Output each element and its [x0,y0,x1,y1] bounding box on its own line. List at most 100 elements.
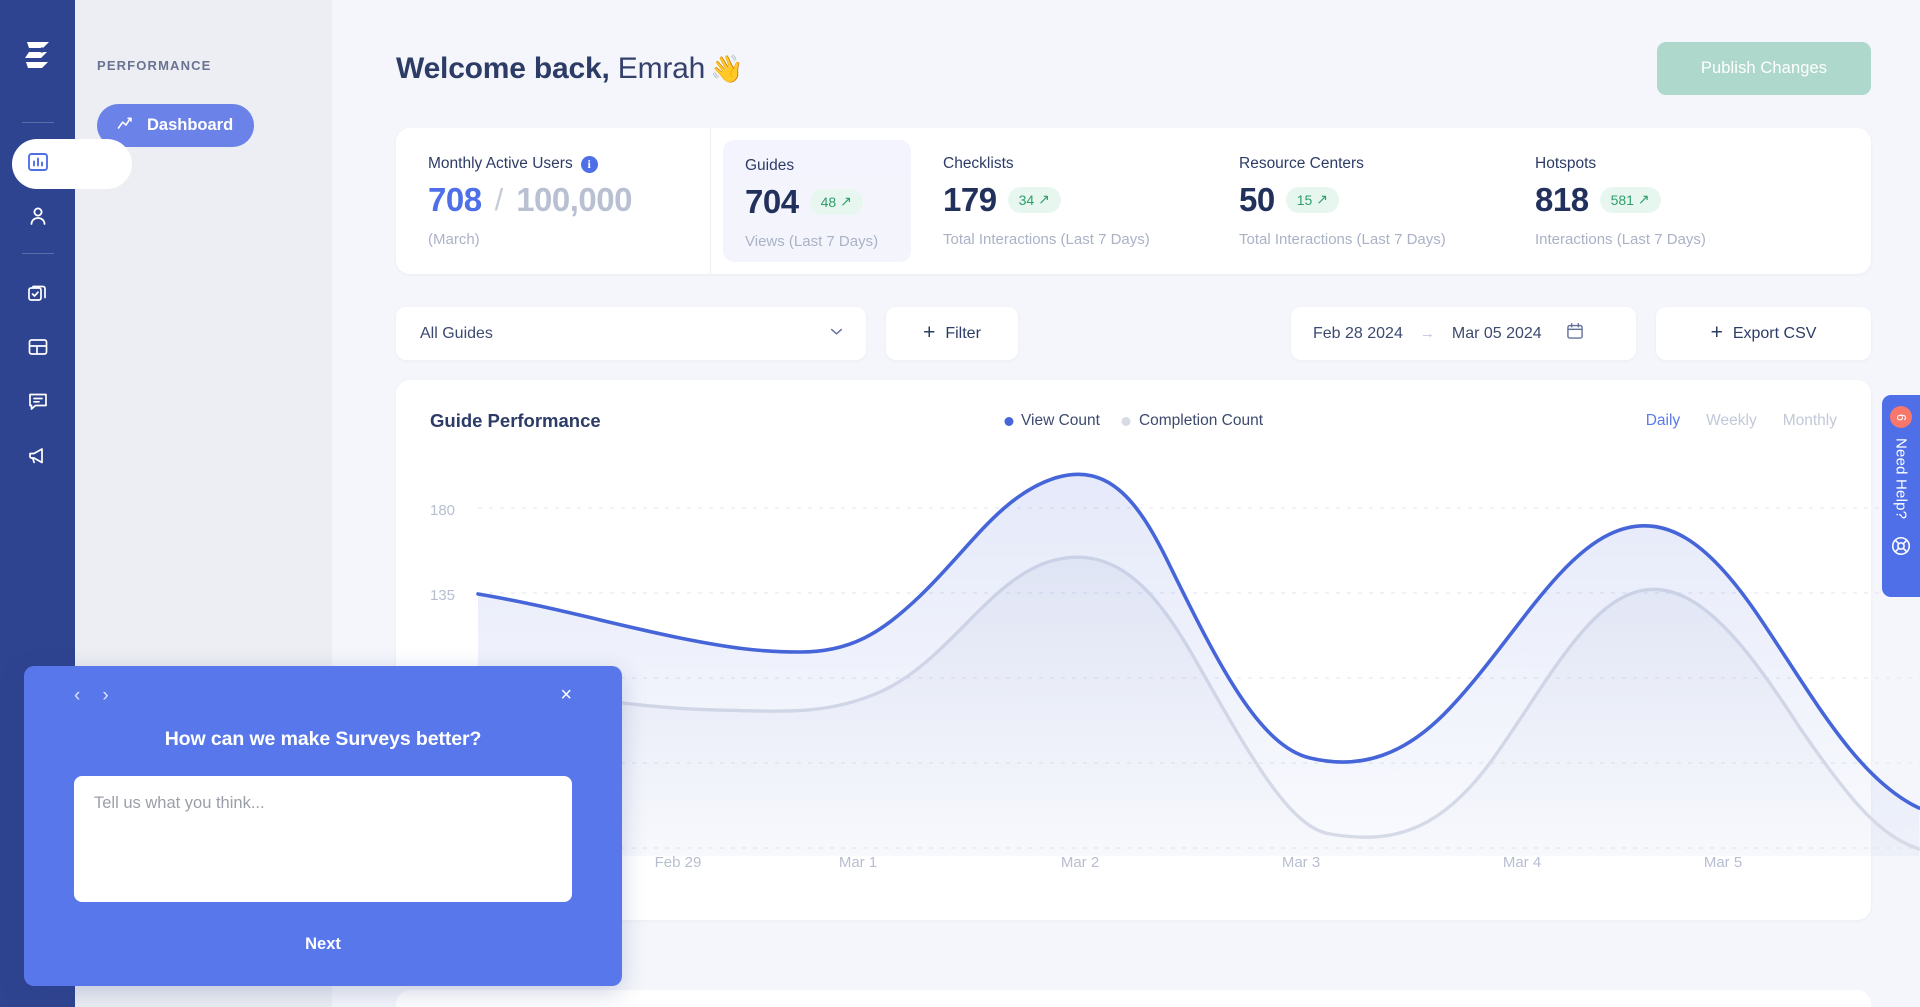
app-root: PERFORMANCE Dashboard Welcome back, Emra… [0,0,1920,1007]
stat-guides[interactable]: Guides 704 48 ↗ Views (Last 7 Days) [723,140,911,262]
x-tick-5: Mar 5 [1704,854,1742,871]
stat-label: Hotspots [1535,155,1799,173]
tab-daily[interactable]: Daily [1646,412,1680,430]
stat-monthly-active-users: Monthly Active Users i 708 / 100,000 (Ma… [396,128,711,274]
survey-answer-input[interactable] [74,776,572,902]
next-section-card [396,990,1871,1007]
sidebar-item-dashboard[interactable]: Dashboard [97,104,254,147]
user-icon [26,204,50,233]
legend-label: View Count [1021,412,1100,430]
x-tick-3: Mar 3 [1282,854,1320,871]
date-range-start: Feb 28 2024 [1313,325,1403,343]
survey-step-arrows: ‹ › [74,686,109,705]
survey-next-button[interactable]: Next [74,935,572,954]
add-filter-button[interactable]: + Filter [886,307,1018,360]
announcements-icon [26,443,50,472]
plus-icon: + [923,322,935,343]
greeting-name: Emrah [610,52,706,85]
stat-delta-badge: 34 ↗ [1008,187,1061,213]
guide-select[interactable]: All Guides [396,307,866,360]
delta-value: 48 [821,194,837,210]
trend-up-icon: ↗ [1638,191,1650,208]
chart-svg [430,456,1920,856]
guide-select-value: All Guides [420,325,493,343]
stat-delta-badge: 48 ↗ [810,189,863,215]
chart-legend: View Count Completion Count [1004,412,1263,430]
stat-limit: 100,000 [516,181,632,219]
stat-value: 179 [943,181,997,219]
survey-nav-bar: ‹ › × [74,684,572,706]
stat-label-text: Resource Centers [1239,155,1364,173]
calendar-icon[interactable] [1565,321,1585,346]
export-csv-button[interactable]: + Export CSV [1656,307,1871,360]
page-title: Welcome back, Emrah👋 [396,52,744,86]
stat-label-text: Checklists [943,155,1014,173]
date-range-picker[interactable]: Feb 28 2024 → Mar 05 2024 [1291,307,1636,360]
tab-weekly[interactable]: Weekly [1706,412,1757,430]
lifebuoy-icon [1890,535,1912,562]
stat-delta-badge: 15 ↗ [1286,187,1339,213]
stat-label-text: Monthly Active Users [428,155,573,173]
stat-delta-badge: 581 ↗ [1600,187,1661,213]
delta-value: 581 [1611,192,1634,208]
rail-divider-top [22,122,54,123]
stat-checklists[interactable]: Checklists 179 34 ↗ Total Interactions (… [911,128,1207,274]
stat-label: Checklists [943,155,1207,173]
stat-label-text: Hotspots [1535,155,1596,173]
tab-monthly[interactable]: Monthly [1783,412,1837,430]
chevron-left-icon[interactable]: ‹ [74,686,80,705]
stat-value-row: 179 34 ↗ [943,181,1207,219]
stat-resource-centers[interactable]: Resource Centers 50 15 ↗ Total Interacti… [1207,128,1503,274]
survey-modal: ‹ › × How can we make Surveys better? Ne… [24,666,622,986]
publish-changes-button[interactable]: Publish Changes [1657,42,1871,95]
info-icon[interactable]: i [581,156,598,173]
stat-sublabel: (March) [428,231,710,248]
trend-up-icon: ↗ [1038,191,1050,208]
close-icon[interactable]: × [560,685,572,705]
sidebar-item-label: Dashboard [147,116,233,135]
stat-hotspots[interactable]: Hotspots 818 581 ↗ Interactions (Last 7 … [1503,128,1799,274]
stat-label-text: Guides [745,157,794,175]
legend-swatch [1122,417,1131,426]
trend-up-icon: ↗ [1316,191,1328,208]
survey-question: How can we make Surveys better? [74,728,572,751]
rail-item-analytics[interactable] [0,137,75,191]
stat-value: 708 [428,181,482,219]
x-tick-1: Mar 1 [839,854,877,871]
add-filter-label: Filter [945,325,981,343]
rail-item-announcements[interactable] [0,430,75,484]
chart-x-axis-labels: Feb 29 Mar 1 Mar 2 Mar 3 Mar 4 Mar 5 [430,854,1837,874]
x-tick-0: Feb 29 [655,854,702,871]
guides-icon [26,281,50,310]
chevron-down-icon [827,322,846,346]
stat-label: Resource Centers [1239,155,1503,173]
stat-label: Guides [745,157,911,175]
export-csv-label: Export CSV [1733,325,1817,343]
sidebar-section-title: PERFORMANCE [75,58,332,73]
legend-item-view-count[interactable]: View Count [1004,412,1100,430]
rail-item-guides[interactable] [0,268,75,322]
stat-value-row: 708 / 100,000 [428,181,710,219]
rail-item-users[interactable] [0,191,75,245]
plus-icon: + [1711,322,1723,343]
legend-item-completion-count[interactable]: Completion Count [1122,412,1263,430]
stat-sublabel: Total Interactions (Last 7 Days) [1239,231,1503,248]
userguiding-logo[interactable] [21,38,55,78]
rail-item-surveys[interactable] [0,376,75,430]
page-header: Welcome back, Emrah👋 Publish Changes [332,0,1920,95]
chart-line-icon [116,113,136,138]
series-view-count-area [478,474,1919,856]
granularity-tabs: Daily Weekly Monthly [1646,412,1837,430]
analytics-icon [26,150,50,179]
stat-sublabel: Views (Last 7 Days) [745,233,911,250]
legend-label: Completion Count [1139,412,1263,430]
chart-title: Guide Performance [430,410,601,432]
stat-value-row: 50 15 ↗ [1239,181,1503,219]
x-tick-2: Mar 2 [1061,854,1099,871]
stats-summary-card: Monthly Active Users i 708 / 100,000 (Ma… [396,128,1871,274]
rail-item-checklists[interactable] [0,322,75,376]
stat-separator: / [495,182,504,218]
chevron-right-icon[interactable]: › [102,686,108,705]
need-help-tab[interactable]: 6 Need Help? [1882,395,1920,597]
delta-value: 15 [1297,192,1313,208]
